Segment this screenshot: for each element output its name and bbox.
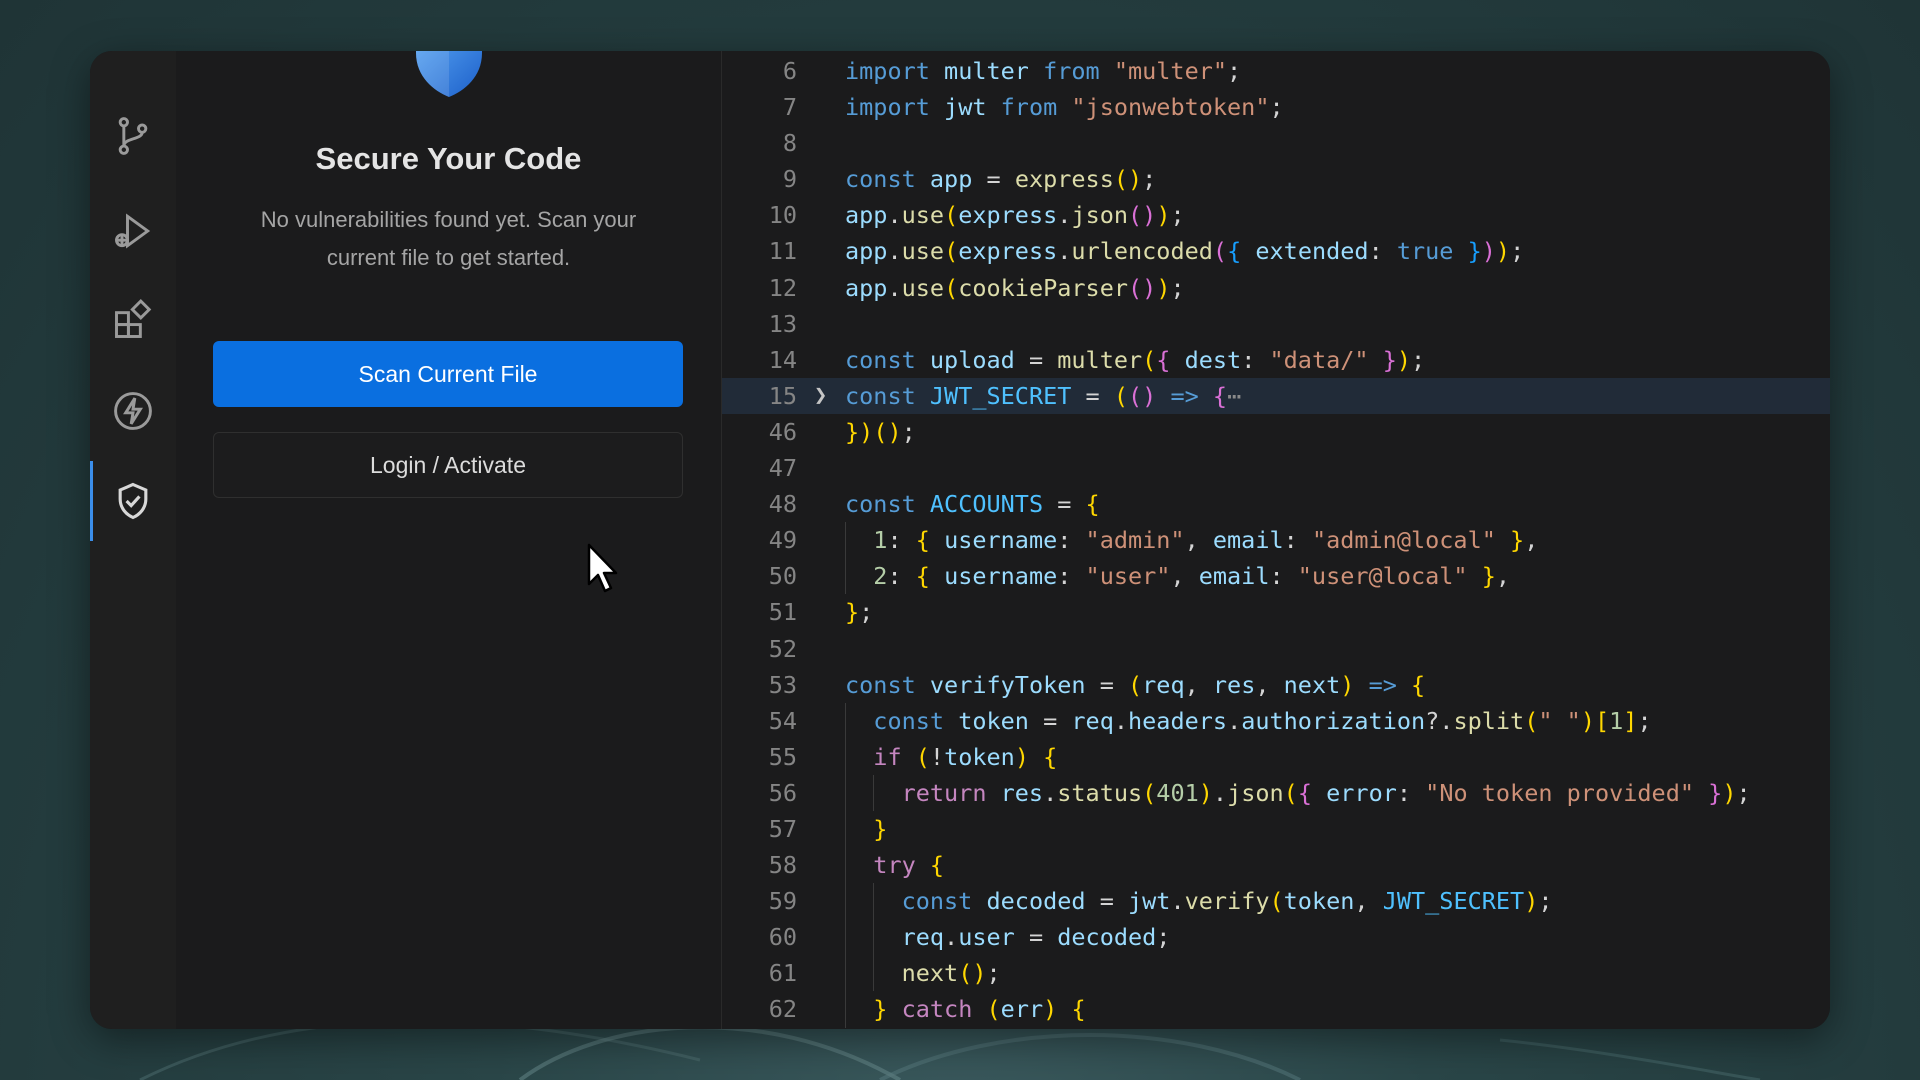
ide-window: Secure Your Code No vulnerabilities foun… [90, 51, 1830, 1029]
line-number: 50 [768, 562, 797, 591]
scan-current-file-button[interactable]: Scan Current File [213, 341, 683, 407]
line-number: 61 [768, 959, 797, 988]
panel-description: No vulnerabilities found yet. Scan your … [260, 207, 637, 270]
code-line[interactable]: 11 app.use(express.urlencoded({ extended:… [722, 233, 1830, 269]
code-line[interactable]: 50 2: { username: "user", email: "user@l… [722, 558, 1830, 595]
code-line[interactable]: 9 const app = express(); [722, 161, 1830, 197]
code-line[interactable]: 60 req.user = decoded; [722, 919, 1830, 956]
code-line[interactable]: 59 const decoded = jwt.verify(token, JWT… [722, 883, 1830, 920]
code-line[interactable]: 49 1: { username: "admin", email: "admin… [722, 522, 1830, 559]
line-number: 7 [782, 93, 797, 122]
code-text: req.user = decoded; [901, 923, 1171, 952]
line-number: 13 [768, 309, 797, 338]
code-line[interactable]: 61 next(); [722, 955, 1830, 992]
code-text: import jwt from "jsonwebtoken"; [845, 93, 1284, 122]
code-line[interactable]: 10 app.use(express.json()); [722, 197, 1830, 233]
line-number: 59 [768, 887, 797, 916]
code-line[interactable]: 56 return res.status(401).json({ error: … [722, 774, 1830, 811]
code-editor[interactable]: 6 import multer from "multer"; 7 import jwt… [722, 51, 1830, 1029]
line-number: 8 [782, 129, 797, 158]
run-debug-button[interactable] [90, 191, 176, 271]
line-number: 48 [768, 490, 797, 519]
code-text: const JWT_SECRET = (() => {⋯ [845, 381, 1242, 410]
code-text: const ACCOUNTS = { [845, 490, 1100, 519]
lightning-icon [114, 392, 152, 430]
panel-title: Secure Your Code [315, 141, 582, 176]
code-line[interactable]: 53 const verifyToken = (req, res, next) =… [722, 667, 1830, 703]
code-line[interactable]: 14 const upload = multer({ dest: "data/" … [722, 342, 1830, 378]
code-text: if (!token) { [873, 742, 1058, 771]
code-line[interactable]: 46 })(); [722, 414, 1830, 450]
code-line[interactable]: 57 } [722, 810, 1830, 848]
line-number: 47 [768, 454, 797, 483]
source-control-button[interactable] [90, 96, 176, 176]
line-number: 11 [768, 237, 797, 266]
code-line[interactable]: 52 [722, 631, 1830, 667]
login-activate-button[interactable]: Login / Activate [213, 432, 683, 498]
code-text: import multer from "multer"; [845, 57, 1242, 85]
activity-bar [90, 51, 177, 1029]
code-line[interactable]: 51}; [722, 594, 1830, 630]
code-text: const upload = multer({ dest: "data/" })… [845, 345, 1426, 374]
code-line[interactable]: 48 const ACCOUNTS = { [722, 486, 1830, 522]
code-line[interactable]: 13 [722, 306, 1830, 342]
extensions-icon [115, 298, 152, 338]
line-number: 55 [768, 742, 797, 771]
code-text: app.use(cookieParser()); [845, 273, 1185, 302]
code-text: app.use(express.json()); [845, 201, 1185, 230]
line-number: 52 [768, 634, 797, 663]
security-scanner-button[interactable] [90, 461, 176, 541]
line-number: 60 [768, 923, 797, 952]
line-number: 12 [768, 273, 797, 302]
line-number: 14 [768, 345, 797, 374]
code-text: return res.status(401).json({ error: "No… [901, 778, 1751, 807]
line-number: 54 [768, 706, 797, 735]
line-number: 15 [768, 381, 797, 410]
code-line[interactable]: 8 [722, 125, 1830, 161]
code-lines: 6 import multer from "multer"; 7 import jwt… [722, 53, 1830, 1028]
line-number: 57 [768, 814, 797, 843]
code-line[interactable]: 55 if (!token) { [722, 738, 1830, 775]
line-number: 6 [782, 57, 797, 85]
line-number: 49 [768, 526, 797, 555]
code-text: app.use(express.urlencoded({ extended: t… [845, 237, 1525, 266]
security-panel: Secure Your Code No vulnerabilities foun… [176, 51, 722, 1029]
line-number: 56 [768, 778, 797, 807]
code-line[interactable]: 54 const token = req.headers.authorizati… [722, 702, 1830, 739]
code-text: try { [873, 851, 945, 880]
code-line[interactable]: 62 } catch (err) { [722, 991, 1830, 1028]
code-text: const verifyToken = (req, res, next) => … [845, 670, 1426, 699]
line-number: 10 [768, 201, 797, 230]
code-line[interactable]: 15 ❯ const JWT_SECRET = (() => {⋯ [722, 377, 1830, 414]
code-text: const token = req.headers.authorization?… [873, 706, 1652, 735]
lightning-button[interactable] [90, 371, 176, 451]
line-number: 9 [782, 165, 797, 194]
line-number: 62 [768, 995, 797, 1024]
code-text: } [873, 814, 888, 843]
source-control-icon [118, 117, 148, 155]
code-text: next(); [901, 959, 1001, 988]
code-text: 1: { username: "admin", email: "admin@lo… [873, 526, 1539, 555]
code-line[interactable]: 6 import multer from "multer"; [722, 53, 1830, 89]
code-line[interactable]: 7 import jwt from "jsonwebtoken"; [722, 89, 1830, 125]
line-number: 58 [768, 851, 797, 880]
code-line[interactable]: 58 try { [722, 847, 1830, 884]
code-text: })(); [845, 417, 916, 446]
code-line[interactable]: 12 app.use(cookieParser()); [722, 270, 1830, 306]
extensions-button[interactable] [90, 280, 176, 360]
run-debug-icon [115, 213, 151, 249]
line-number: 51 [768, 598, 797, 627]
line-number: 53 [768, 670, 797, 699]
code-line[interactable]: 47 [722, 450, 1830, 486]
mouse-cursor-icon [587, 543, 618, 593]
code-text: const app = express(); [845, 165, 1157, 194]
code-text: 2: { username: "user", email: "user@loca… [873, 562, 1511, 591]
shield-check-icon [118, 482, 148, 520]
line-number: 46 [768, 417, 797, 446]
code-text: const decoded = jwt.verify(token, JWT_SE… [901, 887, 1553, 916]
fold-chevron-icon[interactable]: ❯ [814, 378, 827, 414]
shield-icon [416, 51, 482, 97]
code-text: } catch (err) { [873, 995, 1086, 1024]
code-text: }; [845, 598, 874, 627]
